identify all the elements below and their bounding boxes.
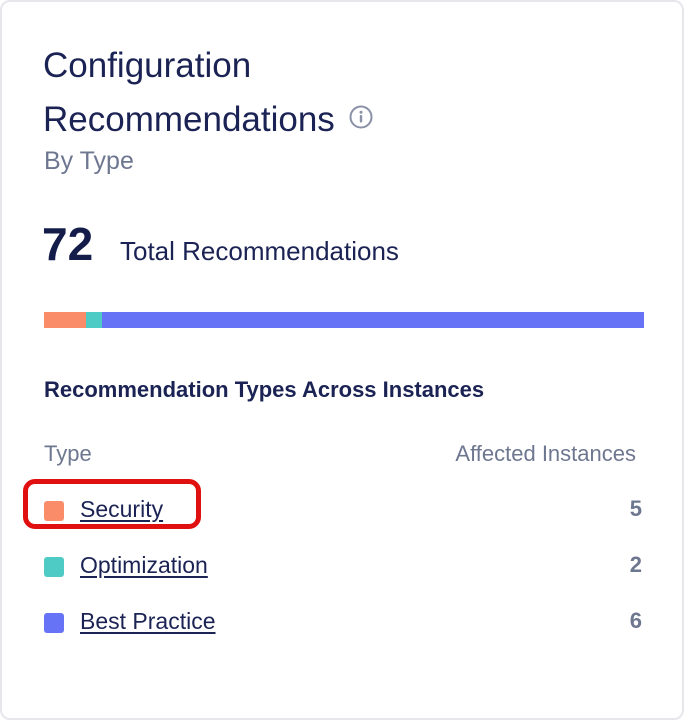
- recommendations-card: Configuration Recommendations By Type 72…: [0, 0, 684, 720]
- info-circle-icon[interactable]: [349, 92, 373, 129]
- type-row-best-practice: Best Practice 6: [44, 599, 644, 655]
- type-row-optimization: Optimization 2: [44, 543, 644, 599]
- optimization-link[interactable]: Optimization: [80, 552, 208, 579]
- total-label: Total Recommendations: [120, 236, 399, 266]
- distribution-bar: [44, 312, 644, 328]
- card-subtitle: By Type: [44, 147, 134, 175]
- security-link[interactable]: Security: [80, 496, 163, 523]
- best-practice-link[interactable]: Best Practice: [80, 608, 216, 635]
- card-title-line1: Configuration: [43, 46, 252, 85]
- security-color-swatch: [44, 501, 64, 521]
- distribution-segment-best-practice: [102, 312, 644, 328]
- optimization-count: 2: [629, 552, 642, 577]
- column-header-type: Type: [44, 441, 92, 466]
- card-title-line2: Recommendations: [43, 92, 463, 146]
- best-practice-color-swatch: [44, 613, 64, 633]
- column-header-affected-instances: Affected Instances: [455, 441, 636, 466]
- optimization-color-swatch: [44, 557, 64, 577]
- distribution-segment-optimization: [85, 312, 103, 328]
- total-count: 72: [42, 218, 94, 270]
- best-practice-count: 6: [629, 608, 642, 633]
- section-heading: Recommendation Types Across Instances: [44, 377, 485, 402]
- card-title: Configuration Recommendations: [43, 40, 463, 146]
- type-row-security: Security 5: [44, 487, 644, 543]
- security-count: 5: [629, 496, 642, 521]
- distribution-segment-security: [44, 312, 86, 328]
- type-list: Security 5 Optimization 2 Best Practice …: [44, 487, 644, 655]
- card-title-line2-text: Recommendations: [43, 100, 335, 139]
